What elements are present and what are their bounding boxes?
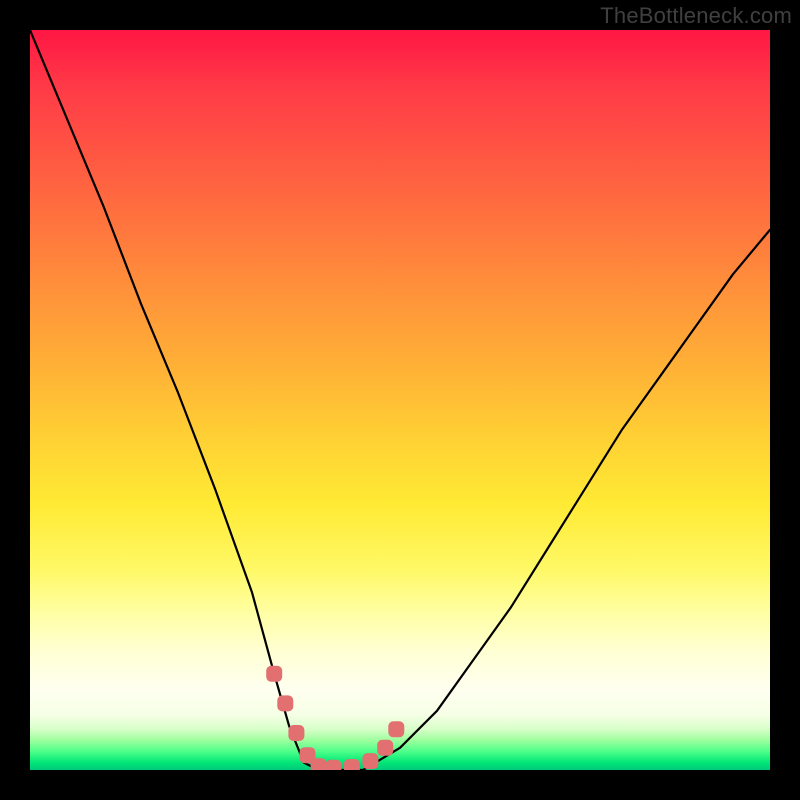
- curve-marker: [325, 760, 341, 770]
- attribution-label: TheBottleneck.com: [600, 3, 792, 29]
- curve-marker: [277, 695, 293, 711]
- curve-marker: [388, 721, 404, 737]
- curve-marker: [311, 758, 327, 770]
- curve-marker: [377, 740, 393, 756]
- curve-marker: [344, 759, 360, 770]
- bottleneck-curve: [30, 30, 770, 770]
- curve-marker: [288, 725, 304, 741]
- chart-frame: [30, 30, 770, 770]
- chart-plot: [30, 30, 770, 770]
- curve-marker: [362, 753, 378, 769]
- curve-marker: [266, 666, 282, 682]
